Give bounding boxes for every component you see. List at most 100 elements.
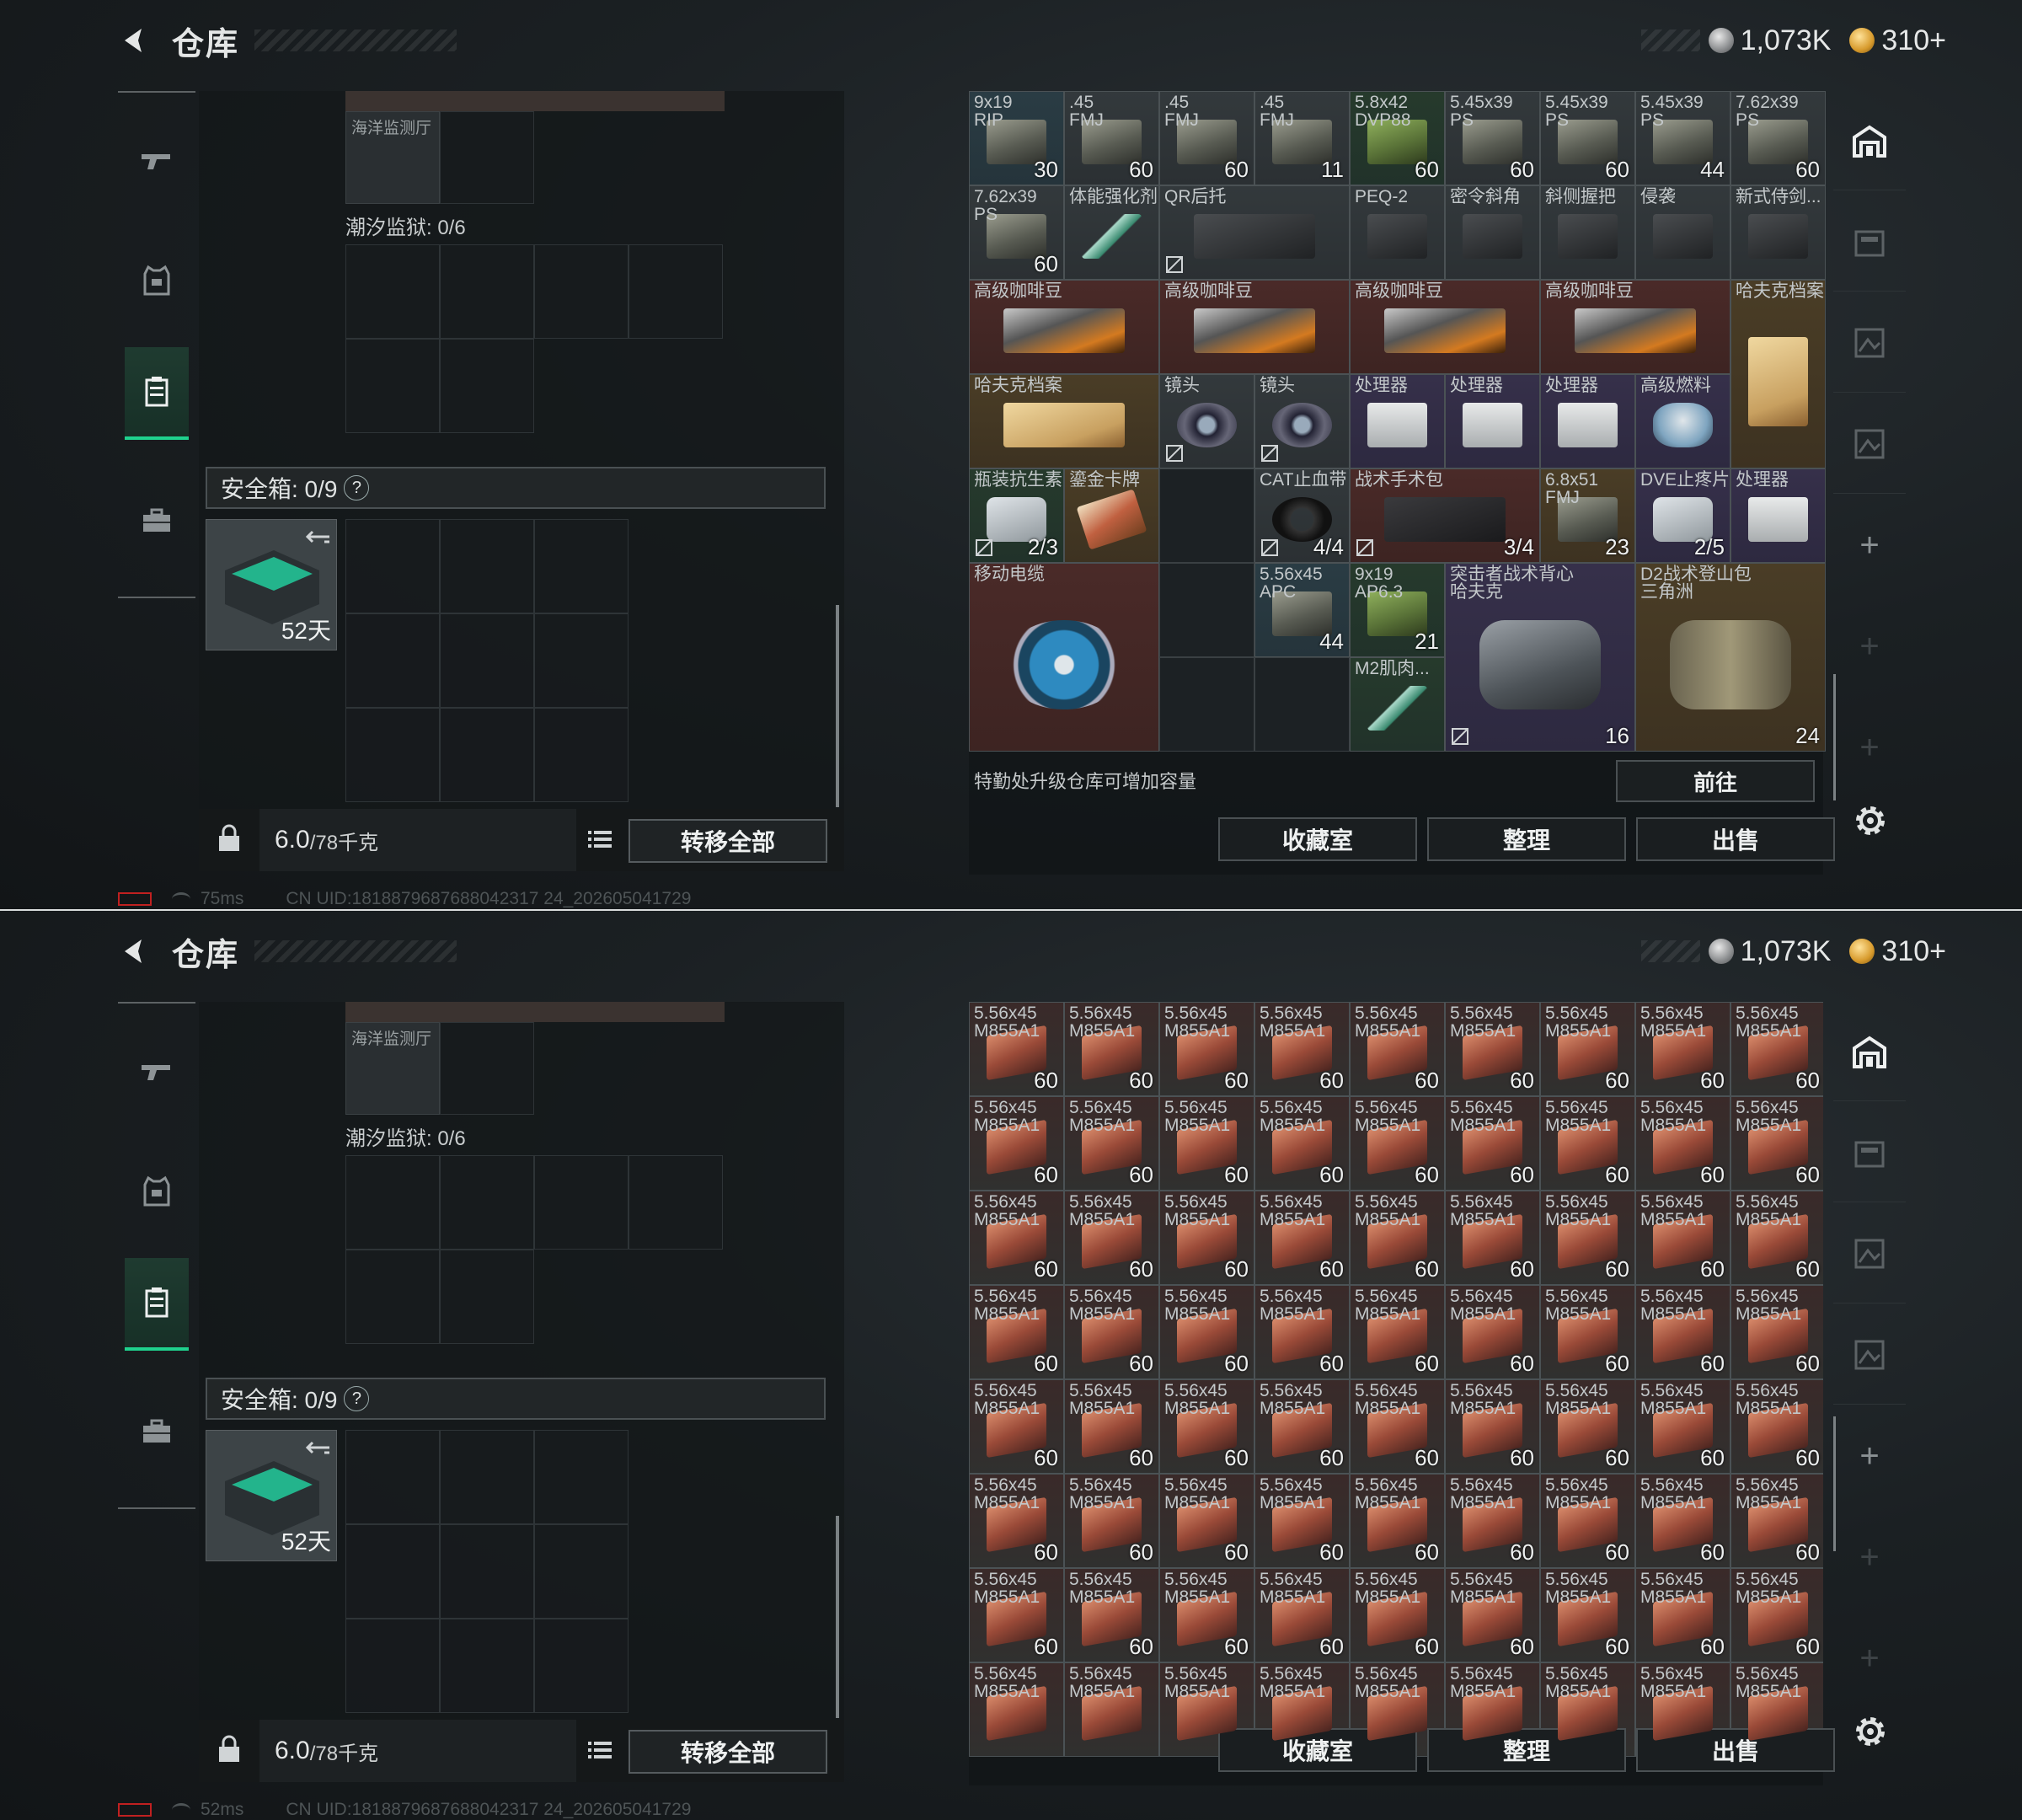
stash-item[interactable]: 5.56x45 M855A1 60 [1350,1002,1445,1096]
empty-slot[interactable] [1159,657,1254,752]
grid-cell[interactable] [345,1524,440,1619]
grid-cell[interactable] [345,1619,440,1713]
grid-cell[interactable] [345,339,440,433]
grid-cell[interactable] [345,1430,440,1524]
stash-item[interactable]: 密令斜角 [1445,185,1540,280]
sort-button[interactable]: 整理 [1427,817,1626,861]
stash-item[interactable]: 5.56x45 M855A1 60 [1635,1379,1730,1474]
settings-gear-icon[interactable] [1852,802,1889,839]
stash-item[interactable]: 5.56x45 M855A1 60 [1635,1474,1730,1568]
stash-item[interactable]: 5.56x45 M855A1 60 [1635,1568,1730,1662]
back-arrow-icon[interactable] [118,934,152,968]
grid-cell[interactable] [440,339,534,433]
stash-scrollbar[interactable] [1833,674,1836,800]
stash-item[interactable]: 处理器 [1445,374,1540,468]
stash-item[interactable]: 5.8x42 DVP88 60 [1350,91,1445,185]
stash-tab-4[interactable] [1833,394,1906,494]
tab-armor[interactable] [125,234,189,327]
stash-item[interactable]: 5.56x45 M855A1 60 [969,1191,1064,1285]
stash-item[interactable]: 5.56x45 M855A1 60 [1064,1002,1159,1096]
stash-item[interactable]: 5.56x45 M855A1 60 [1730,1474,1823,1568]
stash-item[interactable]: 6.8x51 FMJ 23 [1540,468,1635,563]
stash-item[interactable]: 5.56x45 M855A1 60 [1159,1568,1254,1662]
stash-item[interactable]: 5.56x45 M855A1 60 [969,1002,1064,1096]
stash-item[interactable]: 5.56x45 M855A1 60 [1064,1285,1159,1379]
tab-armor[interactable] [125,1145,189,1238]
stash-item[interactable]: M2肌肉... [1350,657,1445,752]
stash-item[interactable]: .45 FMJ 11 [1254,91,1350,185]
grid-cell[interactable] [345,1250,440,1344]
stash-item[interactable]: 新式侍剑... [1730,185,1826,280]
left-scrollbar[interactable] [836,1516,839,1718]
list-view-button[interactable] [583,1733,617,1767]
grid-cell[interactable] [534,1155,629,1250]
grid-cell[interactable] [440,244,534,339]
stash-item[interactable]: 5.56x45 M855A1 60 [1635,1191,1730,1285]
collection-room-button[interactable]: 收藏室 [1218,817,1417,861]
stash-item[interactable]: 5.56x45 M855A1 60 [969,1379,1064,1474]
stash-item[interactable]: .45 FMJ 60 [1159,91,1254,185]
sell-button[interactable]: 出售 [1636,817,1835,861]
gold-coin-icon[interactable] [1849,939,1875,964]
tab-safe-box[interactable] [125,475,189,568]
stash-item[interactable]: 5.56x45 M855A1 60 [1540,1568,1635,1662]
goto-button[interactable]: 前往 [1616,760,1815,802]
grid-cell[interactable] [534,1524,629,1619]
stash-item[interactable]: 5.56x45 M855A1 60 [1254,1568,1350,1662]
stash-item[interactable]: 5.56x45 M855A1 60 [969,1096,1064,1191]
stash-item[interactable]: 5.56x45 M855A1 60 [1445,1285,1540,1379]
stash-tab-main[interactable] [1833,1002,1906,1101]
stash-item[interactable]: 5.56x45 M855A1 60 [1730,1096,1823,1191]
grid-cell[interactable] [440,708,534,802]
stash-item[interactable]: 处理器 [1540,374,1635,468]
stash-item[interactable]: 5.56x45 M855A1 60 [1445,1568,1540,1662]
stash-item[interactable]: 5.56x45 M855A1 60 [1635,1002,1730,1096]
grid-cell[interactable] [345,244,440,339]
grid-cell[interactable] [440,1250,534,1344]
back-arrow-icon[interactable] [118,24,152,57]
add-stash-tab-button[interactable]: + [1833,1609,1906,1708]
stash-item[interactable]: .45 FMJ 60 [1064,91,1159,185]
stash-item[interactable]: 5.56x45 M855A1 60 [1064,1379,1159,1474]
stash-item[interactable]: 5.56x45 M855A1 60 [1159,1191,1254,1285]
stash-item[interactable]: 5.45x39 PS 60 [1445,91,1540,185]
empty-slot[interactable] [1159,563,1254,657]
stash-item[interactable]: 5.56x45 M855A1 60 [1159,1002,1254,1096]
stash-item[interactable]: 9x19 RIP 30 [969,91,1064,185]
gold-coin-icon[interactable] [1849,28,1875,53]
stash-item[interactable]: 5.56x45 M855A1 60 [1540,1474,1635,1568]
stash-item[interactable]: 5.56x45 M855A1 60 [1730,1568,1823,1662]
stash-item[interactable]: 5.56x45 M855A1 60 [1730,1002,1823,1096]
stash-item[interactable]: 5.56x45 M855A1 [969,1662,1064,1757]
stash-tab-4[interactable] [1833,1305,1906,1405]
stash-item[interactable]: 5.56x45 M855A1 60 [1540,1285,1635,1379]
grid-cell[interactable] [345,1155,440,1250]
stash-item[interactable]: 体能强化剂 [1064,185,1159,280]
grid-cell[interactable] [534,244,629,339]
sort-button[interactable]: 整理 [1427,1728,1626,1772]
grid-cell[interactable] [345,708,440,802]
grid-cell[interactable] [440,1524,534,1619]
grid-cell[interactable] [629,244,723,339]
help-icon[interactable]: ? [344,475,370,500]
stash-item[interactable]: 5.56x45 M855A1 60 [1635,1096,1730,1191]
empty-slot[interactable] [1159,468,1254,563]
stash-item[interactable]: D2战术登山包 三角洲 24 [1635,563,1826,752]
stash-item[interactable]: 处理器 [1350,374,1445,468]
stash-item[interactable]: 5.56x45 M855A1 60 [969,1285,1064,1379]
container-item[interactable]: 海洋监测厅 [345,1022,440,1115]
gold-amount[interactable]: 310+ [1881,24,1946,57]
stash-tab-2[interactable] [1833,192,1906,292]
add-stash-tab-button[interactable]: + [1833,1507,1906,1607]
grid-cell[interactable] [440,1619,534,1713]
add-stash-tab-button[interactable]: + [1833,1406,1906,1506]
stash-item[interactable]: 5.56x45 M855A1 60 [1159,1474,1254,1568]
stash-item[interactable]: 5.56x45 M855A1 60 [1064,1474,1159,1568]
add-stash-tab-button[interactable]: + [1833,698,1906,797]
stash-item[interactable]: 高级咖啡豆 [1350,280,1540,374]
stash-item[interactable]: 5.56x45 M855A1 60 [1350,1096,1445,1191]
stash-item[interactable]: 5.56x45 M855A1 60 [1445,1379,1540,1474]
empty-slot[interactable] [1254,657,1350,752]
stash-item[interactable]: 5.56x45 M855A1 60 [1254,1191,1350,1285]
stash-item[interactable]: 5.56x45 M855A1 60 [1254,1002,1350,1096]
